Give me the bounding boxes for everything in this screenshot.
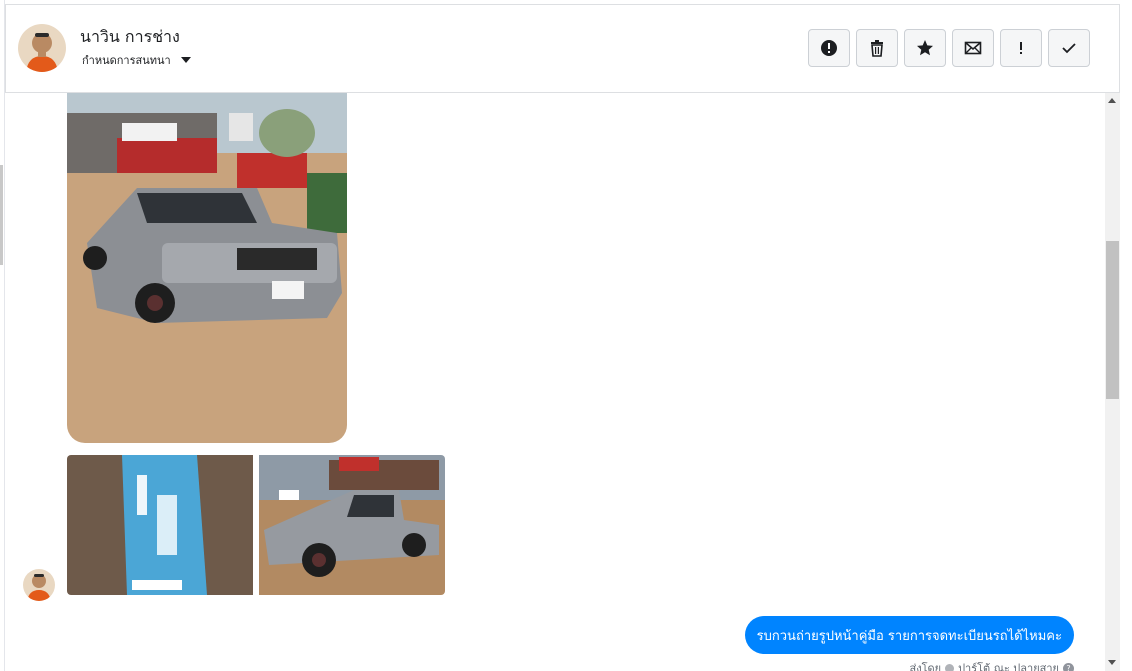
exclamation-icon — [1020, 42, 1022, 54]
sent-by-info: ส่งโดย ปาร์โต้ ณะ ปลายสาย ? — [909, 659, 1074, 671]
header-toolbar — [808, 29, 1090, 67]
delete-button[interactable] — [856, 29, 898, 67]
spam-button[interactable] — [808, 29, 850, 67]
contact-avatar-small[interactable] — [23, 569, 55, 601]
caret-down-icon — [180, 57, 191, 63]
message-thread[interactable]: รบกวนถ่ายรูปหน้าคู่มือ รายการจดทะเบียนรถ… — [5, 93, 1105, 671]
help-icon[interactable]: ? — [1063, 662, 1074, 671]
contact-name: นาวิน การช่าง — [80, 27, 180, 46]
thread-scrollbar[interactable] — [1105, 93, 1120, 671]
shared-photo-truck-side[interactable] — [259, 455, 445, 595]
follow-up-button[interactable] — [1000, 29, 1042, 67]
left-scroll-thumb[interactable] — [0, 165, 3, 265]
scroll-down-arrow-icon[interactable] — [1108, 660, 1116, 665]
sent-by-label: ส่งโดย — [909, 662, 942, 671]
alert-circle-icon — [821, 40, 837, 56]
checkmark-icon — [1062, 43, 1076, 54]
envelope-icon — [964, 41, 982, 55]
star-button[interactable] — [904, 29, 946, 67]
done-button[interactable] — [1048, 29, 1090, 67]
contact-avatar[interactable] — [18, 24, 66, 72]
messenger-window: นาวิน การช่าง กำหนดการสนทนา รบกวนถ่ายรูป… — [0, 0, 1132, 671]
scrollbar-thumb[interactable] — [1106, 241, 1119, 399]
trash-icon — [871, 40, 883, 57]
assign-label: กำหนดการสนทนา — [82, 54, 171, 67]
mark-unread-button[interactable] — [952, 29, 994, 67]
assign-conversation-dropdown[interactable]: กำหนดการสนทนา — [82, 51, 191, 69]
conversation-header: นาวิน การช่าง กำหนดการสนทนา — [5, 4, 1120, 93]
shared-photo-manual[interactable] — [67, 455, 253, 595]
scroll-up-arrow-icon[interactable] — [1108, 98, 1116, 103]
sent-by-name: ปาร์โต้ ณะ ปลายสาย — [958, 662, 1059, 671]
outgoing-message-bubble[interactable]: รบกวนถ่ายรูปหน้าคู่มือ รายการจดทะเบียนรถ… — [744, 616, 1074, 654]
user-dot-icon — [945, 663, 955, 671]
star-icon — [917, 40, 933, 56]
shared-photo-truck-front[interactable] — [67, 93, 347, 443]
